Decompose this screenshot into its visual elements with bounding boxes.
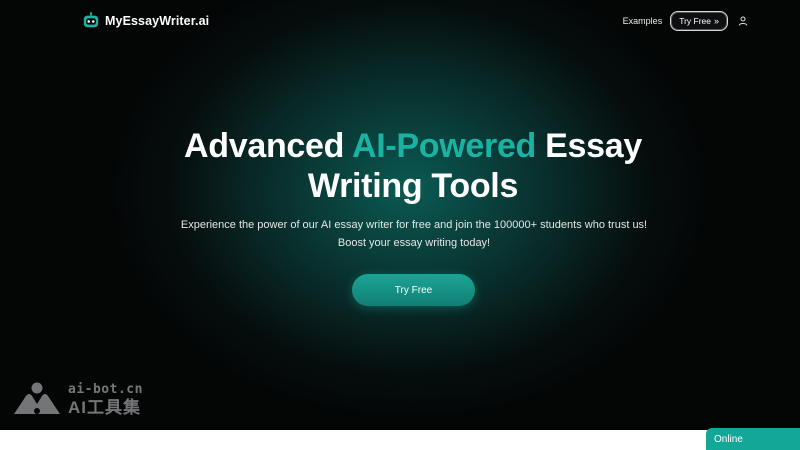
brand-name: MyEssayWriter.ai	[105, 14, 210, 28]
watermark-logo-icon	[14, 382, 60, 414]
next-section-edge	[0, 430, 800, 450]
hero-title-part2: Essay	[536, 127, 642, 165]
user-icon[interactable]	[738, 16, 748, 26]
chat-online-widget[interactable]: Online	[706, 428, 800, 450]
hero-subtitle-line2: Boost your essay writing today!	[337, 237, 491, 249]
watermark-domain: ai-bot.cn	[68, 381, 143, 397]
brand-logo[interactable]: MyEssayWriter.ai	[82, 12, 209, 30]
double-chevron-right-icon: »	[713, 15, 719, 26]
watermark: ai-bot.cn AI工具集	[12, 381, 143, 417]
nav-try-free-label: Try Free	[679, 16, 711, 26]
hero-try-free-button[interactable]: Try Free	[352, 274, 475, 306]
hero-subtitle: Experience the power of our AI essay wri…	[0, 216, 800, 252]
robot-head-icon	[83, 12, 99, 28]
hero-title-accent: AI-Powered	[351, 127, 537, 165]
hero-subtitle-line1: Experience the power of our AI essay wri…	[180, 219, 648, 231]
hero-section	[0, 0, 800, 430]
hero-title-part1: Advanced	[184, 127, 352, 165]
hero-title-line2: Writing Tools	[307, 167, 519, 205]
watermark-name: AI工具集	[68, 397, 141, 417]
hero-title: Advanced AI-Powered Essay Writing Tools	[0, 126, 800, 206]
nav-link-examples[interactable]: Examples	[623, 16, 663, 26]
nav-try-free-button[interactable]: Try Free »	[670, 11, 728, 31]
top-nav: Examples Try Free »	[623, 11, 748, 31]
chat-status-label: Online	[714, 433, 743, 445]
